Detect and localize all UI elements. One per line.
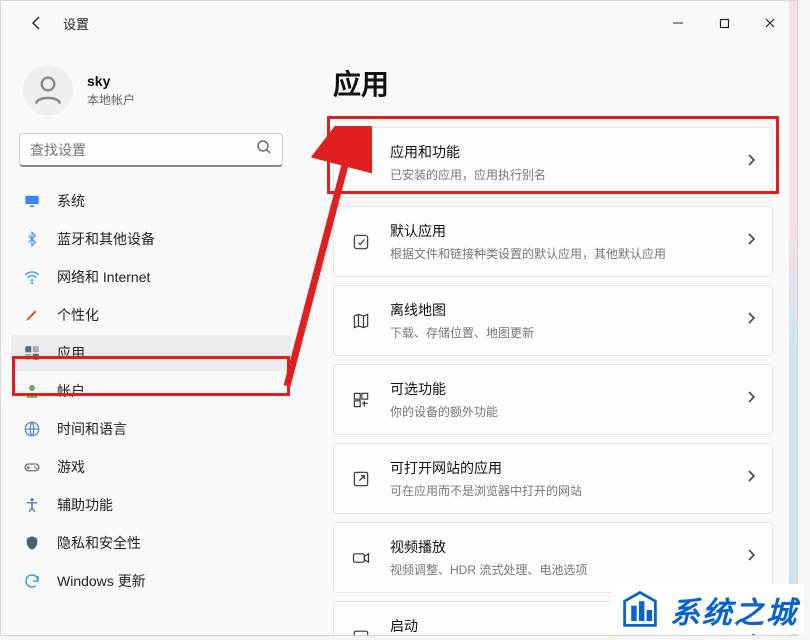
close-button[interactable]: [747, 7, 793, 39]
access-icon: [23, 496, 41, 514]
page-title: 应用: [333, 63, 773, 103]
sidebar-item-update[interactable]: Windows 更新: [11, 563, 291, 599]
card-title: 默认应用: [390, 221, 746, 241]
sidebar-item-label: 蓝牙和其他设备: [57, 229, 155, 249]
sidebar-item-label: 游戏: [57, 457, 85, 477]
search-box[interactable]: [19, 133, 283, 167]
card-title: 离线地图: [390, 300, 746, 320]
chevron-right-icon: [746, 311, 756, 330]
sidebar-item-apps[interactable]: 应用: [11, 335, 291, 371]
settings-card-default-apps[interactable]: 默认应用根据文件和链接种类设置的默认应用，其他默认应用: [333, 206, 773, 277]
settings-card-video[interactable]: 视频播放视频调整、HDR 流式处理、电池选项: [333, 522, 773, 593]
sidebar: sky 本地帐户 系统蓝牙和其他设备网络和 Internet 个性化应用帐户时间和…: [1, 45, 301, 635]
grid-icon: [350, 389, 372, 411]
search-icon: [256, 139, 272, 160]
bluetooth-icon: [23, 230, 41, 248]
settings-card-web-apps[interactable]: 可打开网站的应用可在应用而不是浏览器中打开的网站: [333, 443, 773, 514]
card-sub: 视频调整、HDR 流式处理、电池选项: [390, 561, 746, 578]
sidebar-item-privacy[interactable]: 隐私和安全性: [11, 525, 291, 561]
sidebar-item-time[interactable]: 时间和语言: [11, 411, 291, 447]
chevron-right-icon: [746, 390, 756, 409]
settings-card-apps-features[interactable]: 应用和功能已安装的应用，应用执行别名: [333, 127, 773, 198]
list-icon: [350, 152, 372, 174]
gamepad-icon: [23, 458, 41, 476]
chevron-right-icon: [746, 548, 756, 567]
card-sub: 已安装的应用，应用执行别名: [390, 166, 746, 183]
shield-icon: [23, 534, 41, 552]
map-icon: [350, 310, 372, 332]
person-icon: [23, 382, 41, 400]
brush-icon: [23, 306, 41, 324]
sidebar-item-label: Windows 更新: [57, 571, 146, 591]
watermark-text: 系统之城: [670, 588, 798, 632]
watermark-logo-icon: [618, 588, 662, 632]
sidebar-item-network[interactable]: 网络和 Internet: [11, 259, 291, 295]
back-button[interactable]: [21, 7, 53, 39]
card-sub: 你的设备的额外功能: [390, 403, 746, 420]
minimize-button[interactable]: [655, 7, 701, 39]
apps-icon: [23, 344, 41, 362]
monitor-icon: [23, 192, 41, 210]
sidebar-item-accounts[interactable]: 帐户: [11, 373, 291, 409]
open-icon: [350, 468, 372, 490]
card-title: 视频播放: [390, 537, 746, 557]
chevron-right-icon: [746, 153, 756, 172]
settings-card-optional[interactable]: 可选功能你的设备的额外功能: [333, 364, 773, 435]
edge-decoration: [789, 1, 797, 635]
sidebar-item-label: 系统: [57, 191, 85, 211]
card-sub: 可在应用而不是浏览器中打开的网站: [390, 482, 746, 499]
update-icon: [23, 572, 41, 590]
user-sub: 本地帐户: [87, 91, 135, 108]
chevron-right-icon: [746, 469, 756, 488]
user-name: sky: [87, 73, 135, 89]
sidebar-item-label: 隐私和安全性: [57, 533, 141, 553]
card-title: 可打开网站的应用: [390, 458, 746, 478]
settings-card-offline-maps[interactable]: 离线地图下载、存储位置、地图更新: [333, 285, 773, 356]
card-sub: 下载、存储位置、地图更新: [390, 324, 746, 341]
window-title: 设置: [63, 14, 89, 33]
wifi-icon: [23, 268, 41, 286]
sidebar-item-accessibility[interactable]: 辅助功能: [11, 487, 291, 523]
main-content: 应用 应用和功能已安装的应用，应用执行别名默认应用根据文件和链接种类设置的默认应…: [301, 45, 797, 635]
globe-icon: [23, 420, 41, 438]
sidebar-item-label: 网络和 Internet: [57, 267, 150, 287]
sidebar-item-bluetooth[interactable]: 蓝牙和其他设备: [11, 221, 291, 257]
sidebar-item-gaming[interactable]: 游戏: [11, 449, 291, 485]
maximize-button[interactable]: [701, 7, 747, 39]
sidebar-item-label: 个性化: [57, 305, 99, 325]
video-icon: [350, 547, 372, 569]
card-title: 应用和功能: [390, 142, 746, 162]
sidebar-item-system[interactable]: 系统: [11, 183, 291, 219]
chevron-right-icon: [746, 232, 756, 251]
watermark: 系统之城: [612, 584, 804, 634]
search-input[interactable]: [30, 142, 256, 158]
sidebar-item-label: 应用: [57, 343, 85, 363]
avatar: [23, 65, 73, 115]
card-title: 可选功能: [390, 379, 746, 399]
user-block[interactable]: sky 本地帐户: [1, 57, 301, 133]
sidebar-item-label: 辅助功能: [57, 495, 113, 515]
startup-icon: [350, 626, 372, 636]
sidebar-item-label: 时间和语言: [57, 419, 127, 439]
sidebar-item-label: 帐户: [57, 381, 85, 401]
sidebar-item-personalize[interactable]: 个性化: [11, 297, 291, 333]
card-sub: 根据文件和链接种类设置的默认应用，其他默认应用: [390, 245, 746, 262]
default-icon: [350, 231, 372, 253]
